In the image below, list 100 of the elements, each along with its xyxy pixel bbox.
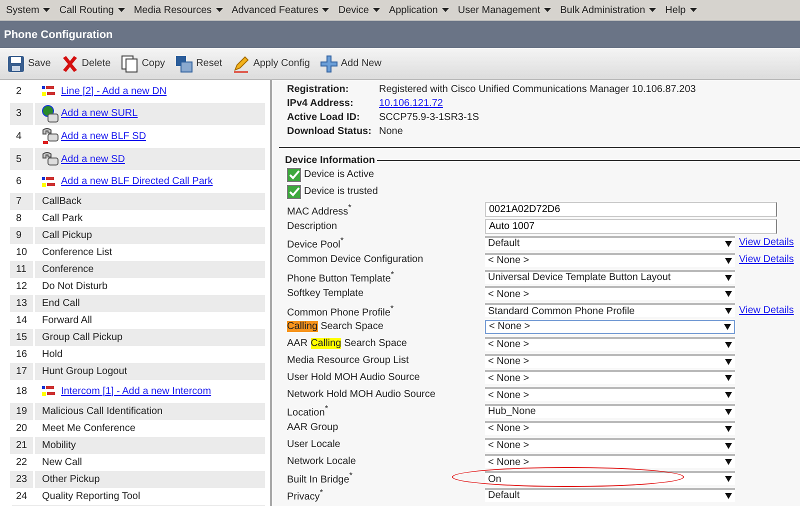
dropdown-arrow-icon — [725, 459, 732, 466]
link[interactable]: Add a new BLF SD — [61, 130, 146, 142]
link[interactable]: Line [2] - Add a new DN — [61, 86, 167, 97]
menu-item[interactable]: Help — [661, 0, 702, 20]
dropdown[interactable]: < None > — [485, 354, 735, 368]
dropdown[interactable]: On — [485, 471, 735, 486]
menu-item[interactable]: User Management — [454, 0, 556, 20]
dropdown[interactable]: < None > — [485, 336, 735, 351]
field-label: Search Space — [344, 338, 407, 350]
dropdown-arrow-icon — [725, 476, 732, 482]
input-field[interactable]: Auto 1007 — [485, 218, 777, 234]
dropdown[interactable]: < None > — [485, 438, 735, 452]
menu-item[interactable]: Advanced Features — [228, 0, 334, 20]
caret-icon — [442, 8, 449, 12]
dropdown[interactable]: Default — [485, 236, 735, 250]
dropdown[interactable]: Default — [485, 488, 735, 502]
dropdown[interactable]: < None > — [485, 387, 735, 402]
button-label: Conference List — [42, 246, 112, 258]
link[interactable]: Intercom [1] - Add a new Intercom — [61, 386, 212, 397]
dropdown[interactable]: Universal Device Template Button Layout — [485, 270, 735, 284]
field-label: Media Resource Group List — [287, 355, 409, 366]
status-label: IPv4 Address: — [287, 97, 354, 110]
menu-item[interactable]: Call Routing — [55, 0, 130, 20]
link[interactable]: Add a new SURL — [61, 108, 138, 120]
link[interactable]: View Details — [739, 237, 794, 248]
dropdown[interactable]: < None > — [485, 454, 735, 468]
link[interactable]: 10.106.121.72 — [379, 97, 800, 110]
row-number: 14 — [15, 314, 28, 328]
toolbar-button[interactable]: Save — [5, 52, 53, 74]
row-number: 19 — [10, 402, 33, 420]
toolbar-button[interactable]: Reset — [173, 52, 224, 74]
caret-icon — [649, 8, 656, 12]
dropdown-arrow-icon — [725, 392, 732, 398]
link[interactable]: Add a new SD — [61, 154, 125, 165]
link[interactable]: View Details — [739, 254, 794, 266]
field-label: User Locale — [287, 439, 340, 450]
link[interactable]: View Details — [739, 304, 794, 316]
dropdown-arrow-icon — [725, 375, 732, 382]
dropdown[interactable]: Hub_None — [485, 404, 735, 418]
field-label: Privacy$^{*}$ — [287, 487, 324, 503]
field-label: Phone Button Template$^{*}$ — [287, 268, 394, 284]
dropdown[interactable]: Standard Common Phone Profile — [485, 303, 735, 318]
status-label: Download Status: — [287, 125, 372, 138]
toolbar-button[interactable]: Delete — [58, 52, 113, 74]
dropdown[interactable]: < None > — [485, 320, 735, 334]
button-label: Mobility — [42, 440, 76, 451]
caret-icon — [322, 8, 330, 12]
plus-icon — [320, 54, 338, 72]
status-label: Active Load ID: — [287, 111, 361, 124]
phone-icon — [42, 151, 60, 168]
row-number: 4 — [15, 130, 23, 144]
link[interactable]: Add a new BLF Directed Call Park — [61, 176, 213, 188]
check-icon — [288, 168, 300, 180]
button-label: Call Pickup — [42, 230, 92, 241]
dropdown[interactable]: < None > — [485, 370, 735, 384]
menu-item[interactable]: Device — [334, 0, 385, 20]
dropdown[interactable]: < None > — [485, 286, 735, 300]
button-label: CallBack — [42, 196, 82, 207]
field-label: Network Hold MOH Audio Source — [287, 388, 436, 400]
menu-item[interactable]: Application — [384, 0, 454, 20]
status-value: Registered with Cisco Unified Communications Manager 10.106.87.203 — [379, 83, 697, 96]
menu-item[interactable]: Media Resources — [130, 0, 228, 20]
row-number: 6 — [15, 175, 23, 190]
status-label: Registration: — [287, 83, 350, 96]
row-number: 21 — [10, 436, 33, 454]
row-number: 17 — [10, 362, 33, 380]
row-number: 10 — [15, 246, 28, 260]
toolbar-button[interactable]: Copy — [118, 52, 168, 74]
globe-phone-icon — [42, 104, 60, 123]
row-number: 7 — [10, 192, 33, 210]
menu-item[interactable]: System — [2, 0, 56, 20]
toolbar-button[interactable]: Apply Config — [230, 52, 312, 74]
dropdown-arrow-icon — [725, 240, 732, 247]
menu-item[interactable]: Bulk Administration — [556, 0, 662, 20]
dropdown[interactable]: < None > — [485, 252, 735, 267]
button-label: Other Pickup — [42, 474, 100, 485]
button-label: Group Call Pickup — [42, 332, 123, 343]
row-number: 24 — [15, 490, 28, 504]
button-label: Conference — [42, 264, 94, 275]
checkbox[interactable] — [287, 168, 301, 182]
dropdown-arrow-icon — [725, 442, 732, 449]
field-label: Location$^{*}$ — [287, 403, 328, 419]
input-field[interactable]: 0021A02D72D6 — [485, 202, 777, 217]
checkbox[interactable] — [287, 184, 301, 198]
caret-icon — [118, 8, 125, 12]
toolbar-button[interactable]: Add New — [318, 52, 384, 74]
button-label: Hunt Group Logout — [42, 366, 128, 377]
field-label: MAC Address$^{*}$ — [287, 202, 352, 218]
dropdown-arrow-icon — [725, 426, 732, 432]
dropdown[interactable]: < None > — [485, 420, 735, 435]
button-label: Hold — [42, 348, 63, 360]
status-value: SCCP75.9-3-1SR3-1S — [379, 111, 480, 124]
page-title: Phone Configuration — [0, 21, 800, 48]
row-number: 12 — [15, 280, 28, 294]
button-label: New Call — [42, 456, 82, 468]
status-value: None — [379, 125, 404, 138]
field-label: AAR Group — [287, 422, 338, 434]
caret-icon — [544, 8, 552, 12]
field-label: Network Locale — [287, 456, 356, 467]
highlighted-text: Calling — [310, 338, 342, 350]
